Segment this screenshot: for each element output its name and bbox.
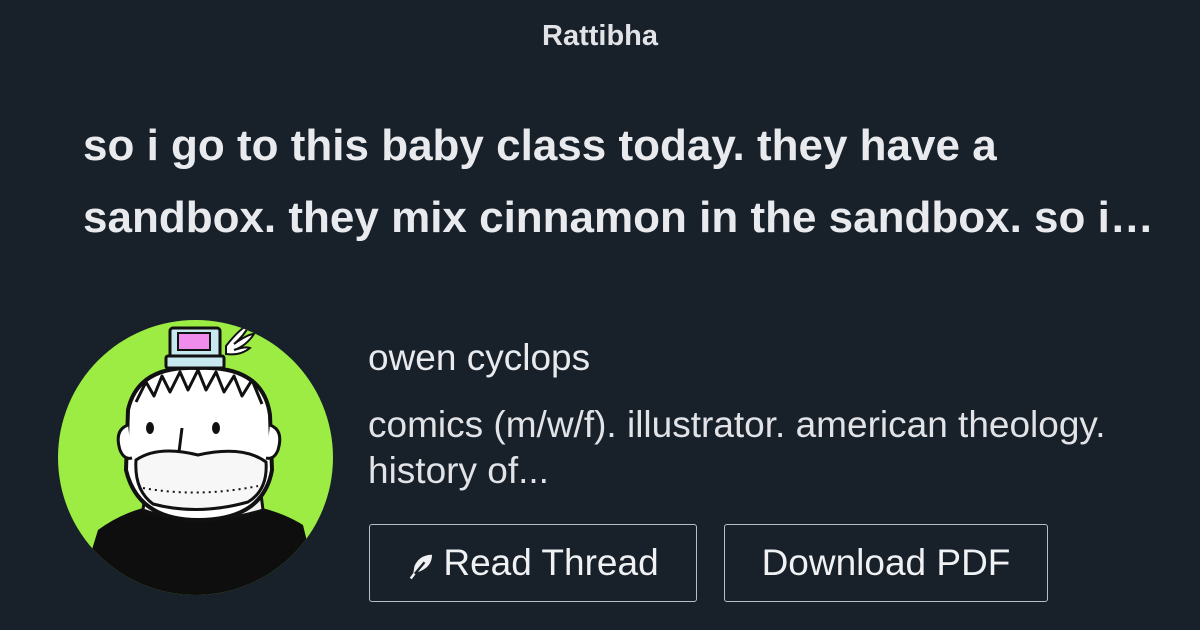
- feather-icon: [407, 551, 437, 581]
- author-avatar: [58, 320, 333, 595]
- site-brand[interactable]: Rattibha: [0, 20, 1200, 53]
- author-bio: comics (m/w/f). illustrator. american th…: [368, 404, 1106, 491]
- thread-title: so i go to this baby class today. they h…: [83, 121, 1125, 242]
- download-pdf-button[interactable]: Download PDF: [724, 524, 1048, 602]
- read-thread-button[interactable]: Read Thread: [369, 524, 697, 602]
- read-thread-label: Read Thread: [443, 542, 659, 583]
- download-pdf-label: Download PDF: [761, 542, 1011, 583]
- author-name[interactable]: owen cyclops: [368, 337, 590, 379]
